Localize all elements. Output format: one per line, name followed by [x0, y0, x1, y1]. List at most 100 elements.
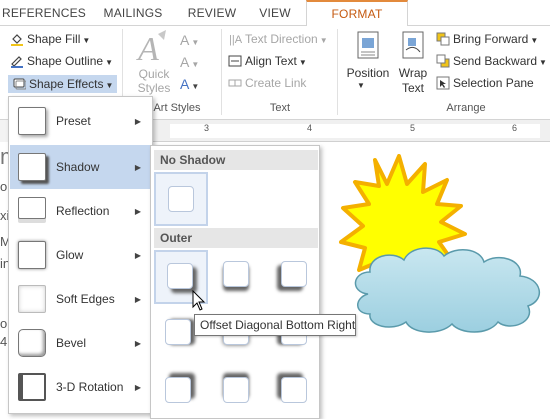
page-text-fragment: o	[0, 179, 8, 194]
group-separator	[221, 29, 222, 115]
ruler-scale	[170, 124, 540, 138]
chevron-right-icon: ▶	[134, 162, 141, 172]
quick-styles-label: Quick Styles	[137, 67, 171, 95]
shadow-offset-bottom[interactable]	[223, 261, 249, 287]
menu-item-label: Preset	[56, 114, 91, 128]
no-shadow-header: No Shadow	[154, 150, 318, 170]
tab-review[interactable]: REVIEW	[183, 0, 241, 26]
bevel-icon	[18, 329, 46, 357]
reflection-icon	[18, 197, 46, 219]
create-link-label: Create Link	[245, 76, 307, 90]
glow-icon	[18, 241, 46, 269]
quick-styles-button[interactable]: A	[134, 30, 174, 71]
bring-forward-label: Bring Forward	[453, 32, 529, 46]
menu-item-label: Reflection	[56, 204, 110, 218]
create-link-button[interactable]: Create Link	[228, 76, 306, 90]
soft-edges-icon	[18, 285, 46, 313]
shadow-offset-diagonal-bottom-left[interactable]	[281, 261, 307, 287]
shadow-icon	[18, 153, 46, 181]
outer-header: Outer	[154, 228, 318, 248]
text-group-label: Text	[269, 102, 291, 114]
wrap-text-label: Wrap Text	[398, 66, 428, 95]
position-icon	[357, 31, 379, 59]
menu-item-glow[interactable]: Glow ▶	[10, 233, 151, 277]
send-backward-button[interactable]: Send Backward ▼	[436, 54, 547, 68]
ribbon-tab-bar: REFERENCES MAILINGS REVIEW VIEW FORMAT	[0, 0, 550, 27]
menu-item-preset[interactable]: Preset ▶	[10, 99, 151, 143]
chevron-right-icon: ▶	[134, 382, 141, 392]
menu-item-label: Bevel	[56, 336, 87, 350]
position-button[interactable]	[343, 30, 393, 65]
no-shadow-swatch	[168, 186, 194, 212]
send-backward-icon	[436, 54, 450, 68]
preset-icon	[18, 107, 46, 135]
arrange-group-label: Arrange	[446, 102, 486, 114]
mouse-pointer-icon	[192, 290, 206, 311]
chevron-right-icon: ▶	[134, 116, 141, 126]
menu-item-label: 3-D Rotation	[56, 380, 124, 394]
quick-styles-icon: A	[136, 30, 166, 68]
shadow-offset-right[interactable]	[165, 319, 191, 345]
chevron-right-icon: ▶	[134, 338, 141, 348]
shape-effects-menu: Preset ▶ Shadow ▶ Reflection ▶ Glow ▶ So…	[8, 96, 153, 414]
group-separator	[337, 29, 338, 115]
bring-forward-button[interactable]: Bring Forward ▼	[436, 32, 538, 46]
no-shadow-option[interactable]	[154, 172, 208, 226]
tab-references[interactable]: REFERENCES	[0, 0, 88, 26]
shape-effects-button[interactable]: Shape Effects ▼	[8, 75, 118, 93]
align-text-icon	[228, 55, 242, 67]
position-label: Position	[346, 66, 390, 80]
page-text-fragment: 4	[0, 334, 8, 349]
text-outline-icon[interactable]: A ▼	[180, 54, 199, 70]
shape-fill-label: Shape Fill	[27, 32, 81, 46]
ruler-tick: 6	[512, 123, 518, 133]
chevron-right-icon: ▶	[134, 206, 141, 216]
menu-item-label: Glow	[56, 248, 84, 262]
ruler-tick: 3	[204, 123, 210, 133]
chevron-right-icon: ▶	[134, 250, 141, 260]
menu-item-bevel[interactable]: Bevel ▶	[10, 321, 151, 365]
cloud-shape[interactable]	[348, 242, 550, 336]
rotation-3d-icon	[18, 373, 46, 401]
selection-pane-button[interactable]: Selection Pane	[436, 76, 534, 90]
menu-item-soft-edges[interactable]: Soft Edges ▶	[10, 277, 151, 321]
wrap-text-button[interactable]	[396, 30, 430, 65]
shadow-offset-top[interactable]	[223, 377, 249, 403]
chevron-right-icon: ▶	[134, 294, 141, 304]
text-direction-button[interactable]: ||A Text Direction ▼	[228, 32, 328, 46]
align-text-label: Align Text	[245, 54, 297, 68]
bring-forward-icon	[436, 32, 450, 46]
menu-item-label: Soft Edges	[56, 292, 115, 306]
paint-bucket-icon	[11, 34, 23, 46]
text-fill-icon[interactable]: A ▼	[180, 32, 199, 48]
pencil-icon	[11, 56, 23, 68]
align-text-button[interactable]: Align Text ▼	[228, 54, 307, 68]
send-backward-label: Send Backward	[453, 54, 538, 68]
selection-pane-label: Selection Pane	[453, 76, 534, 90]
shadow-swatch	[167, 263, 193, 289]
wordart-styles-group-label: Art Styles	[153, 102, 201, 114]
shadow-offset-diagonal-top-right[interactable]	[165, 377, 191, 403]
horizontal-ruler[interactable]: 3 4 5 6	[150, 120, 550, 142]
tab-format[interactable]: FORMAT	[306, 0, 408, 27]
shape-outline-button[interactable]: Shape Outline ▼	[10, 54, 113, 68]
position-dropdown-arrow[interactable]: ▼	[357, 81, 365, 90]
tab-view[interactable]: VIEW	[252, 0, 298, 26]
text-effects-icon[interactable]: A ▼	[180, 76, 199, 92]
svg-text:A: A	[136, 31, 159, 68]
text-direction-label: Text Direction	[245, 32, 318, 46]
text-direction-icon: ||A	[229, 34, 242, 46]
menu-item-shadow[interactable]: Shadow ▶	[10, 145, 151, 189]
menu-item-reflection[interactable]: Reflection ▶	[10, 189, 151, 233]
selection-pane-icon	[436, 76, 450, 90]
shadow-offset-diagonal-top-left[interactable]	[281, 377, 307, 403]
shape-outline-label: Shape Outline	[27, 54, 104, 68]
tab-mailings[interactable]: MAILINGS	[96, 0, 170, 26]
link-icon	[228, 79, 242, 87]
shape-effects-icon	[13, 78, 26, 90]
shape-fill-button[interactable]: Shape Fill ▼	[10, 32, 90, 46]
wrap-text-icon	[402, 31, 424, 59]
shape-effects-label: Shape Effects	[29, 77, 104, 91]
shadow-gallery: No Shadow Outer	[150, 145, 320, 419]
menu-item-3d-rotation[interactable]: 3-D Rotation ▶	[10, 365, 151, 409]
